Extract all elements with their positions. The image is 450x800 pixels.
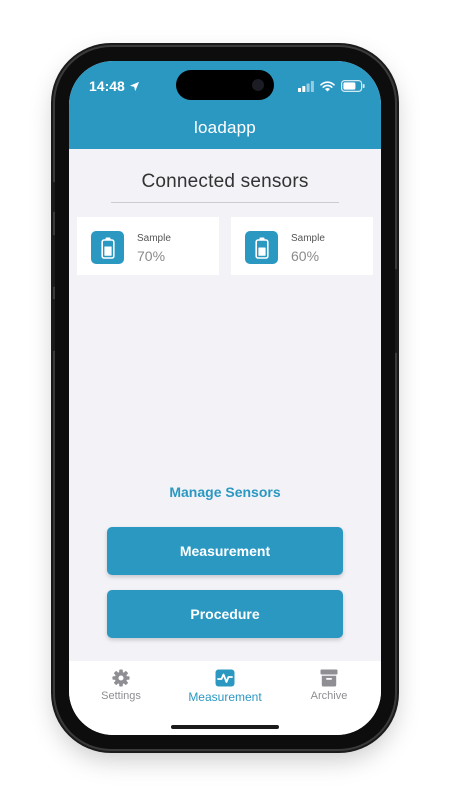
tab-label: Settings	[101, 690, 141, 702]
gear-icon	[112, 669, 130, 687]
home-indicator[interactable]	[171, 725, 279, 729]
manage-sensors-link[interactable]: Manage Sensors	[69, 484, 381, 500]
time-label: 14:48	[89, 78, 125, 94]
sensor-name: Sample	[291, 233, 325, 244]
wifi-icon	[320, 80, 335, 91]
status-icons	[298, 80, 365, 92]
battery-icon	[245, 231, 278, 264]
volume-down-button	[52, 299, 55, 351]
tab-label: Archive	[310, 690, 348, 702]
sensor-name: Sample	[137, 233, 171, 244]
mute-switch	[52, 182, 55, 212]
sensor-battery-level: 70%	[137, 248, 166, 264]
dynamic-island	[176, 70, 274, 100]
power-button	[395, 269, 398, 353]
volume-up-button	[52, 235, 55, 287]
sensor-battery-level: 60%	[291, 248, 320, 264]
heading-divider	[111, 202, 339, 203]
sensor-card[interactable]: Sample 70%	[77, 217, 219, 275]
status-time: 14:48	[89, 78, 140, 94]
location-arrow-icon	[129, 81, 139, 91]
battery-icon	[91, 231, 124, 264]
tab-archive[interactable]: Archive	[277, 669, 381, 702]
tab-bar: Settings Measurement Archive	[69, 661, 381, 735]
battery-status-icon	[341, 80, 365, 92]
phone-frame: 14:48 loadapp Connected sensors Sample 7…	[52, 47, 398, 749]
page-heading: Connected sensors	[141, 171, 309, 192]
app-title: loadapp	[194, 118, 256, 137]
main-content: Connected sensors Sample 70% Sample 60% …	[69, 149, 381, 661]
archive-box-icon	[320, 669, 338, 687]
app-header: 14:48 loadapp	[69, 61, 381, 149]
app-screen: 14:48 loadapp Connected sensors Sample 7…	[69, 61, 381, 735]
tab-measurement[interactable]: Measurement	[173, 669, 277, 704]
sensor-card[interactable]: Sample 60%	[231, 217, 373, 275]
waveform-icon	[215, 669, 235, 687]
procedure-button[interactable]: Procedure	[107, 590, 343, 638]
camera-icon	[252, 79, 264, 91]
tab-label: Measurement	[188, 690, 262, 704]
cellular-signal-icon	[298, 80, 314, 92]
tab-settings[interactable]: Settings	[69, 669, 173, 702]
measurement-button[interactable]: Measurement	[107, 527, 343, 575]
